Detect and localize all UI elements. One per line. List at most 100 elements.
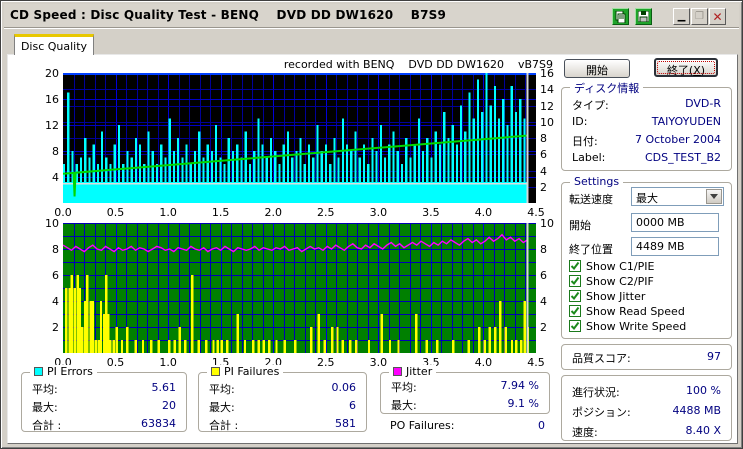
progress-row: ポジション: 4488 MB (572, 404, 721, 420)
tab-disc-quality[interactable]: Disc Quality (14, 34, 94, 55)
axis-tick-label: 4 (37, 171, 59, 184)
jitter-stat-row: 平均:7.94 % (391, 379, 539, 395)
check-icon (570, 321, 580, 331)
checkbox-label: Show Jitter (586, 290, 645, 303)
app-window: CD Speed : Disc Quality Test - BENQ DVD … (0, 0, 743, 449)
jitter-title: Jitter (406, 365, 432, 378)
disc-info-label: Label: (572, 151, 605, 164)
pi-errors-stat-label: 合計 : (32, 417, 61, 433)
checkbox-box[interactable] (569, 275, 581, 287)
start-button[interactable]: 開始 (564, 59, 630, 78)
disc-info-box: ディスク情報 タイプ:DVD-RID:TAIYOYUDEN日付:7 Octobe… (561, 87, 732, 171)
checkbox-box[interactable] (569, 320, 581, 332)
pi-failures-title: PI Failures (224, 365, 279, 378)
minimize-button[interactable]: ▁ (673, 8, 690, 25)
pi-failures-stat-value: 6 (349, 399, 356, 412)
check-icon (570, 306, 580, 316)
axis-tick-label: 0.5 (103, 206, 129, 219)
quality-score-label: 品質スコア: (572, 350, 631, 366)
end-position-field[interactable]: 4489 MB (631, 237, 719, 256)
po-failures-label: PO Failures: (390, 419, 454, 432)
checkbox-box[interactable] (569, 305, 581, 317)
exit-button[interactable]: 終了(X) (654, 58, 718, 77)
check-icon (570, 291, 580, 301)
axis-tick-label: 3.5 (418, 206, 444, 219)
pi-failures-stat-value: 581 (335, 417, 356, 430)
axis-tick-label: 20 (37, 67, 59, 80)
disc-info-row: ID: TAIYOYUDEN (572, 115, 721, 131)
pi-failures-stat-label: 最大: (209, 399, 235, 415)
pi-errors-stat-label: 平均: (32, 381, 58, 397)
axis-tick-label: 4 (37, 295, 59, 308)
disc-info-row: Label: CDS_TEST_B2 (572, 151, 721, 167)
disc-info-row: タイプ: DVD-R (572, 97, 721, 113)
pi-failures-stat-value: 0.06 (332, 381, 357, 394)
pi-errors-stat-row: 平均:5.61 (32, 381, 176, 397)
jitter-stat-value: 9.1 % (508, 397, 539, 410)
start-position-field[interactable]: 0000 MB (631, 213, 719, 232)
po-failures-row: PO Failures: 0 (390, 419, 545, 432)
axis-tick-label: 4.0 (470, 356, 496, 369)
transfer-speed-label: 転送速度 (569, 191, 613, 207)
close-icon: ✕ (712, 12, 722, 22)
axis-tick-label: 16 (540, 67, 566, 80)
axis-tick-label: 3.0 (365, 206, 391, 219)
disc-info-value: DVD-R (685, 97, 721, 110)
po-failures-value: 0 (538, 419, 545, 432)
pi-errors-legend-chip (34, 367, 43, 376)
checkbox-show-read-speed[interactable]: Show Read Speed (569, 304, 685, 318)
pi-errors-stats-box: PI Errors 平均:5.61最大:20合計 :63834 (21, 372, 187, 432)
axis-tick-label: 6 (37, 269, 59, 282)
window-title: CD Speed : Disc Quality Test - BENQ DVD … (10, 8, 446, 22)
progress-value: 8.40 X (685, 424, 721, 437)
title-bar[interactable]: CD Speed : Disc Quality Test - BENQ DVD … (4, 4, 739, 28)
maximize-button[interactable]: ❐ (691, 8, 708, 25)
end-position-label: 終了位置 (569, 241, 613, 257)
pi-errors-stat-row: 合計 : 63834 (32, 417, 176, 433)
checkbox-label: Show Write Speed (586, 320, 686, 333)
axis-tick-label: 12 (37, 119, 59, 132)
chevron-down-icon (710, 194, 718, 199)
progress-label: 速度: (572, 424, 598, 440)
progress-row: 進行状況:100 % (572, 384, 721, 400)
copy-to-clipboard-button[interactable] (612, 8, 629, 25)
progress-label: ポジション: (572, 404, 631, 420)
maximize-icon: ❐ (695, 12, 704, 22)
pi-failures-jitter-chart (63, 223, 536, 353)
quality-score-value: 97 (707, 350, 721, 363)
jitter-legend-chip (393, 367, 402, 376)
axis-tick-label: 2.5 (313, 356, 339, 369)
axis-tick-label: 1.0 (155, 206, 181, 219)
checkbox-show-c2-pif[interactable]: Show C2/PIF (569, 274, 654, 288)
checkbox-show-jitter[interactable]: Show Jitter (569, 289, 645, 303)
progress-row: 速度: 8.40 X (572, 424, 721, 440)
checkbox-box[interactable] (569, 290, 581, 302)
minimize-icon: ▁ (678, 12, 686, 22)
disc-info-value: CDS_TEST_B2 (645, 151, 721, 164)
close-button[interactable]: ✕ (709, 8, 726, 25)
checkbox-box[interactable] (569, 260, 581, 272)
jitter-stat-label: 平均: (391, 379, 417, 395)
transfer-speed-value: 最大 (636, 192, 658, 205)
pi-failures-stat-row: 最大: 6 (209, 399, 356, 415)
progress-value: 100 % (686, 384, 721, 397)
settings-title: Settings (574, 175, 619, 188)
save-button[interactable] (635, 8, 652, 25)
checkbox-show-c1-pie[interactable]: Show C1/PIE (569, 259, 654, 273)
combo-dropdown-button[interactable] (706, 189, 722, 204)
axis-tick-label: 2.0 (260, 206, 286, 219)
progress-value: 4488 MB (672, 404, 721, 417)
disc-info-label: ID: (572, 115, 587, 128)
checkbox-label: Show C1/PIE (586, 260, 654, 273)
quality-score-box: 品質スコア: 97 (561, 344, 732, 370)
pi-failures-stat-row: 平均:0.06 (209, 381, 356, 397)
disc-info-value: TAIYOYUDEN (652, 115, 721, 128)
axis-tick-label: 4.5 (523, 356, 549, 369)
axis-tick-label: 16 (37, 93, 59, 106)
transfer-speed-combobox[interactable]: 最大 (631, 187, 724, 206)
pi-errors-stat-value: 63834 (141, 417, 176, 430)
pi-errors-stat-row: 最大:20 (32, 399, 176, 415)
checkbox-show-write-speed[interactable]: Show Write Speed (569, 319, 686, 333)
disc-info-label: タイプ: (572, 97, 609, 113)
jitter-stat-row: 最大:9.1 % (391, 397, 539, 413)
